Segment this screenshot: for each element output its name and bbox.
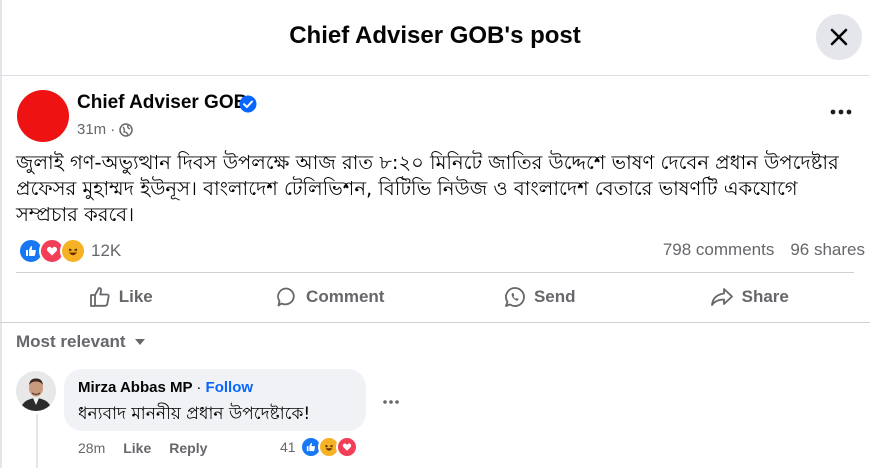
person-portrait-icon [16, 371, 56, 411]
comment-sort-dropdown[interactable]: Most relevant [16, 332, 146, 352]
more-dots-icon [383, 400, 399, 404]
send-button[interactable]: Send [435, 276, 645, 318]
comment-actions: 28m Like Reply [78, 440, 207, 456]
comment-reaction-count: 41 [280, 439, 296, 455]
post-author-name[interactable]: Chief Adviser GOB [77, 92, 247, 114]
comment-thread-line [36, 414, 38, 468]
like-label: Like [118, 287, 153, 306]
verified-badge-icon [239, 95, 257, 113]
shares-count[interactable]: 96 shares [790, 240, 865, 260]
haha-reaction-icon [60, 238, 86, 264]
comment-reactions[interactable]: 41 [280, 436, 358, 458]
more-options-button[interactable] [830, 96, 852, 122]
comment-like-button[interactable]: Like [123, 440, 151, 456]
reactions-summary[interactable]: 12K [18, 238, 121, 264]
caret-down-icon [134, 339, 145, 345]
share-arrow-icon [710, 288, 733, 306]
divider [0, 322, 870, 323]
comment-text: ধন্যবাদ মাননীয় প্রধান উপদেষ্টাকে! [78, 404, 311, 424]
like-button[interactable]: Like [16, 276, 226, 318]
comment-label: Comment [306, 287, 385, 306]
post-time[interactable]: 31m [77, 121, 106, 138]
follow-button[interactable]: Follow [206, 379, 254, 396]
dialog-header: Chief Adviser GOB's post [0, 0, 870, 76]
share-button[interactable]: Share [645, 276, 855, 318]
comment-bubble-icon [277, 287, 295, 307]
commenter-avatar[interactable] [16, 371, 56, 411]
comment-author[interactable]: Mirza Abbas MP [78, 379, 192, 396]
comment-button[interactable]: Comment [226, 276, 436, 318]
meta-separator: · [110, 121, 116, 138]
post-action-bar: Like Comment Send Share [16, 276, 854, 318]
comment-header: Mirza Abbas MP · Follow [78, 379, 253, 396]
more-dots-icon [830, 109, 852, 115]
sort-label: Most relevant [16, 332, 126, 351]
comment-bubble: Mirza Abbas MP · Follow ধন্যবাদ মাননীয় … [64, 369, 366, 431]
comment-reply-button[interactable]: Reply [169, 440, 207, 456]
whatsapp-icon [505, 287, 525, 307]
share-label: Share [741, 287, 789, 306]
comment-more-button[interactable] [382, 389, 400, 410]
close-button[interactable] [816, 14, 862, 60]
comment-separator: · [196, 379, 202, 396]
dialog-title: Chief Adviser GOB's post [289, 22, 581, 49]
divider [16, 272, 854, 273]
post-meta: 31m · [77, 121, 133, 138]
page-avatar[interactable] [17, 90, 69, 142]
globe-icon [119, 122, 133, 137]
post-text: জুলাই গণ-অভ্যুত্থান দিবস উপলক্ষে আজ রাত … [16, 151, 839, 226]
send-label: Send [533, 287, 576, 306]
close-icon [830, 28, 848, 46]
love-reaction-icon [335, 436, 358, 458]
thumbs-up-icon [89, 287, 110, 307]
comments-count[interactable]: 798 comments [663, 240, 775, 260]
reaction-count[interactable]: 12K [91, 241, 121, 261]
comment-time[interactable]: 28m [78, 440, 105, 456]
post-stats: 798 comments 96 shares [663, 240, 865, 260]
